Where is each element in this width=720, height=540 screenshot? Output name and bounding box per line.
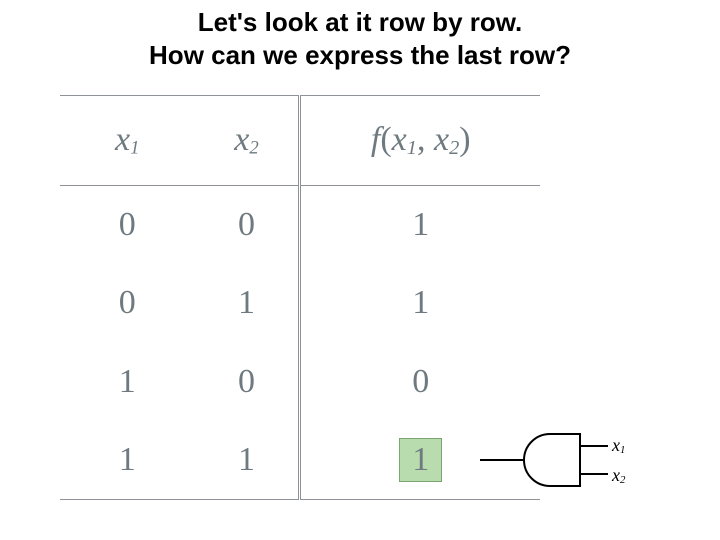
and-gate: x1 x2 [480, 420, 650, 500]
cell-x2: 1 [194, 421, 300, 500]
col-header-x1: x1 [60, 96, 194, 186]
col-header-x2: x2 [194, 96, 300, 186]
cell-x1: 1 [60, 421, 194, 500]
table-row: 1 1 1 [60, 421, 540, 500]
truth-table: x1 x2 f(x1, x2) 0 0 1 [60, 95, 540, 500]
gate-input-2-label: x2 [612, 465, 625, 486]
cell-f: 1 [300, 186, 540, 265]
cell-x2: 1 [194, 264, 300, 343]
cell-x1: 1 [60, 343, 194, 422]
table-row: 1 0 0 [60, 343, 540, 422]
heading-line-1: Let's look at it row by row. [198, 7, 522, 37]
table-row: 0 0 1 [60, 186, 540, 265]
col-header-f: f(x1, x2) [300, 96, 540, 186]
slide-heading: Let's look at it row by row. How can we … [0, 0, 720, 71]
truth-table-wrap: x1 x2 f(x1, x2) 0 0 1 [60, 95, 540, 500]
table-row: 0 1 1 [60, 264, 540, 343]
and-gate-icon [480, 420, 650, 500]
truth-table-header-row: x1 x2 f(x1, x2) [60, 96, 540, 186]
highlight-box: 1 [399, 438, 442, 481]
cell-x2: 0 [194, 343, 300, 422]
cell-x2: 0 [194, 186, 300, 265]
cell-x1: 0 [60, 186, 194, 265]
cell-f: 1 [300, 264, 540, 343]
cell-f: 0 [300, 343, 540, 422]
slide: Let's look at it row by row. How can we … [0, 0, 720, 540]
gate-input-1-label: x1 [612, 435, 625, 456]
heading-line-2: How can we express the last row? [149, 40, 571, 70]
cell-x1: 0 [60, 264, 194, 343]
